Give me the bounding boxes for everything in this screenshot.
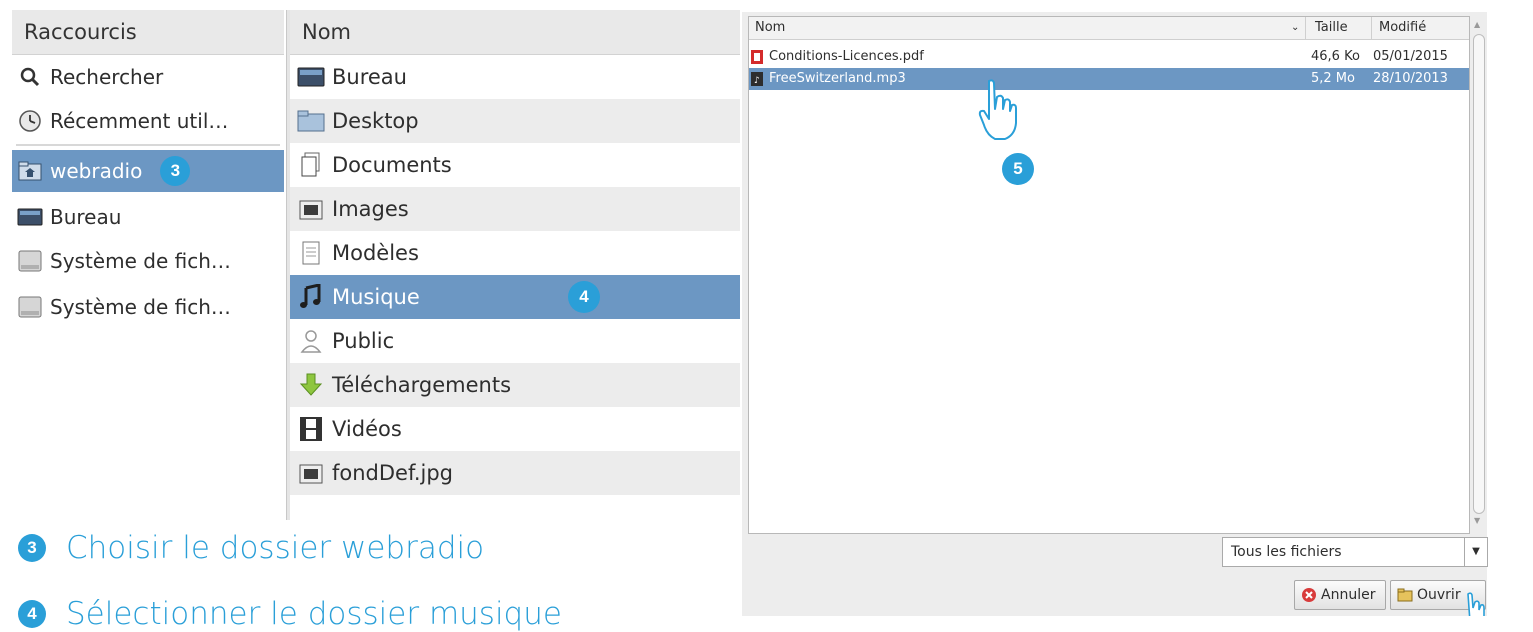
folder-row-telechargements[interactable]: Téléchargements: [290, 363, 740, 407]
instruction-text: Sélectionner le dossier musique: [66, 596, 562, 632]
folder-row-videos[interactable]: Vidéos: [290, 407, 740, 451]
recent-clock-icon: [16, 107, 44, 135]
file-name: Conditions-Licences.pdf: [769, 49, 924, 64]
column-header-size[interactable]: Taille: [1315, 17, 1348, 39]
file-name: FreeSwitzerland.mp3: [769, 71, 906, 86]
dropdown-arrow-icon[interactable]: ▼: [1464, 538, 1487, 566]
file-list-header: Nom ⌄ Taille Modifié: [749, 17, 1469, 40]
audio-file-icon: ♪: [751, 72, 763, 86]
file-row-conditions[interactable]: Conditions-Licences.pdf 46,6 Ko 05/01/20…: [749, 46, 1469, 68]
user-icon: [296, 326, 326, 356]
step-number-badge: 3: [18, 534, 46, 562]
desktop-icon: [296, 62, 326, 92]
image-icon: [296, 458, 326, 488]
column-header-name[interactable]: Nom: [755, 17, 785, 39]
file-size: 5,2 Mo: [1311, 71, 1355, 86]
home-folder-icon: [16, 157, 44, 185]
sort-chevron-down-icon[interactable]: ⌄: [1291, 17, 1299, 39]
shortcut-label: Système de fich…: [50, 249, 231, 273]
scrollbar-track[interactable]: [1473, 34, 1485, 514]
shortcut-recent[interactable]: Récemment util…: [12, 100, 284, 142]
download-arrow-icon: [296, 370, 326, 400]
drive-icon: [16, 293, 44, 321]
column-divider: [1305, 17, 1306, 39]
filter-selected-value: Tous les fichiers: [1231, 544, 1342, 560]
file-list: Nom ⌄ Taille Modifié Conditions-Licences…: [748, 16, 1470, 534]
folder-row-public[interactable]: Public: [290, 319, 740, 363]
shortcut-label: Récemment util…: [50, 109, 229, 133]
file-row-freeswitzerland[interactable]: ♪ FreeSwitzerland.mp3 5,2 Mo 28/10/2013: [749, 68, 1469, 90]
folder-label: Bureau: [332, 65, 407, 89]
shortcut-filesystem-1[interactable]: Système de fich…: [12, 240, 284, 282]
step-number-badge: 4: [18, 600, 46, 628]
folder-label: Modèles: [332, 241, 419, 265]
file-modified: 28/10/2013: [1373, 71, 1448, 86]
desktop-icon: [16, 203, 44, 231]
file-modified: 05/01/2015: [1373, 49, 1448, 64]
shortcut-label: Rechercher: [50, 65, 164, 89]
shortcut-separator: [16, 144, 280, 146]
pdf-icon: [751, 50, 763, 64]
shortcut-bureau[interactable]: Bureau: [12, 196, 284, 238]
svg-text:♪: ♪: [754, 76, 760, 86]
music-icon: [296, 282, 326, 312]
shortcut-label: Système de fich…: [50, 295, 231, 319]
instruction-step-4: 4 Sélectionner le dossier musique: [18, 596, 562, 632]
open-folder-icon: [1397, 587, 1413, 603]
shortcut-label: Bureau: [50, 205, 122, 229]
film-icon: [296, 414, 326, 444]
step-badge-5: 5: [1002, 153, 1034, 185]
folder-row-desktop[interactable]: Desktop: [290, 99, 740, 143]
step-badge-3: 3: [160, 156, 191, 186]
vertical-scrollbar[interactable]: ▲ ▼: [1470, 16, 1486, 532]
image-icon: [296, 194, 326, 224]
folder-label: Vidéos: [332, 417, 402, 441]
cancel-x-icon: [1301, 587, 1317, 603]
cancel-button[interactable]: Annuler: [1294, 580, 1386, 610]
instruction-text: Choisir le dossier webradio: [66, 530, 485, 566]
folder-label: Téléchargements: [332, 373, 512, 397]
shortcuts-header[interactable]: Raccourcis: [12, 10, 284, 55]
document-icon: [296, 150, 326, 180]
scroll-up-arrow-icon[interactable]: ▲: [1474, 20, 1480, 29]
folder-label: fondDef.jpg: [332, 461, 454, 485]
folder-label: Public: [332, 329, 395, 353]
folder-icon: [296, 106, 326, 136]
shortcut-webradio[interactable]: webradio 3: [12, 150, 284, 192]
shortcut-filesystem-2[interactable]: Système de fich…: [12, 286, 284, 328]
open-button-label: Ouvrir: [1417, 587, 1461, 603]
scroll-down-arrow-icon[interactable]: ▼: [1474, 516, 1480, 525]
folder-row-fonddef[interactable]: fondDef.jpg: [290, 451, 740, 495]
shortcuts-panel: Raccourcis Rechercher Récemment util… we…: [12, 10, 284, 520]
shortcut-label: webradio: [50, 159, 143, 183]
template-icon: [296, 238, 326, 268]
file-type-filter-select[interactable]: Tous les fichiers ▼: [1222, 537, 1488, 567]
folder-label: Desktop: [332, 109, 419, 133]
cancel-button-label: Annuler: [1321, 587, 1376, 603]
search-icon: [16, 63, 44, 91]
hand-pointer-icon: [977, 79, 1021, 141]
name-column-header[interactable]: Nom: [290, 10, 740, 55]
column-divider: [1371, 17, 1372, 39]
folder-row-bureau[interactable]: Bureau: [290, 55, 740, 99]
folder-label: Documents: [332, 153, 452, 177]
folder-row-images[interactable]: Images: [290, 187, 740, 231]
folder-label: Musique: [332, 285, 420, 309]
folder-list-panel: Nom Bureau Desktop Documents Images Modè…: [290, 10, 740, 520]
step-badge-4: 4: [568, 281, 600, 313]
folder-row-documents[interactable]: Documents: [290, 143, 740, 187]
file-size: 46,6 Ko: [1307, 46, 1373, 68]
folder-row-musique[interactable]: Musique 4: [290, 275, 740, 319]
column-header-modified[interactable]: Modifié: [1379, 17, 1426, 39]
drive-icon: [16, 247, 44, 275]
folder-row-modeles[interactable]: Modèles: [290, 231, 740, 275]
instruction-step-3: 3 Choisir le dossier webradio: [18, 530, 484, 566]
hand-pointer-icon: [1462, 592, 1488, 616]
folder-label: Images: [332, 197, 409, 221]
shortcut-search[interactable]: Rechercher: [12, 56, 284, 98]
